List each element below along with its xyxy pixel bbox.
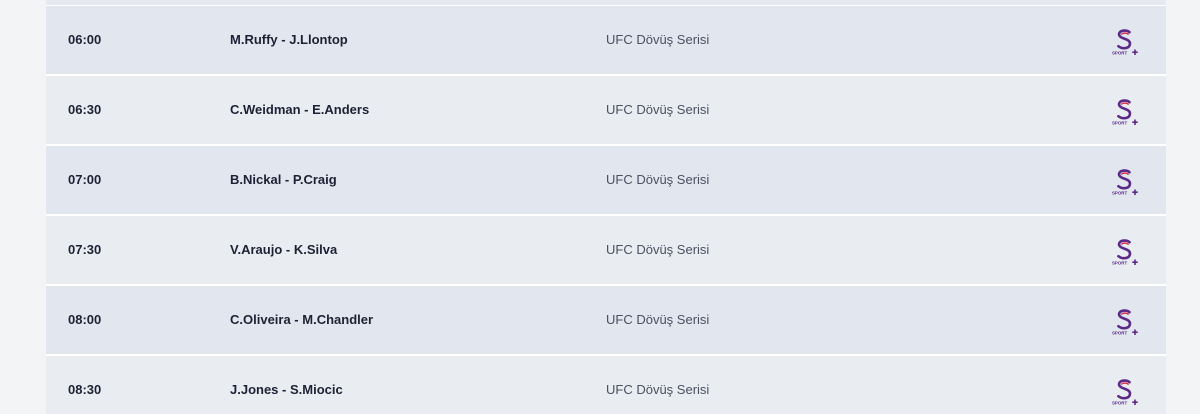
broadcast-time: 07:00 xyxy=(68,172,102,187)
s-sport-plus-icon: SPORT xyxy=(1110,306,1140,336)
s-sport-plus-icon: SPORT xyxy=(1110,96,1140,126)
schedule-row[interactable]: 08:30 J.Jones - S.Miocic UFC Dövüş Seris… xyxy=(46,356,1166,414)
schedule-rows: 06:00 M.Ruffy - J.Llontop UFC Dövüş Seri… xyxy=(46,6,1166,414)
s-sport-plus-icon: SPORT xyxy=(1110,376,1140,406)
event-series: UFC Dövüş Serisi xyxy=(606,32,710,47)
broadcast-time: 06:00 xyxy=(68,32,102,47)
schedule-row[interactable]: 07:00 B.Nickal - P.Craig UFC Dövüş Seris… xyxy=(46,146,1166,216)
match-title: M.Ruffy - J.Llontop xyxy=(230,32,348,47)
schedule-row[interactable]: 06:00 M.Ruffy - J.Llontop UFC Dövüş Seri… xyxy=(46,6,1166,76)
match-title: C.Weidman - E.Anders xyxy=(230,102,370,117)
s-sport-plus-icon: SPORT xyxy=(1110,236,1140,266)
event-series: UFC Dövüş Serisi xyxy=(606,242,710,257)
event-series: UFC Dövüş Serisi xyxy=(606,312,710,327)
event-series: UFC Dövüş Serisi xyxy=(606,382,710,397)
event-series: UFC Dövüş Serisi xyxy=(606,102,710,117)
event-series: UFC Dövüş Serisi xyxy=(606,172,710,187)
svg-text:SPORT: SPORT xyxy=(1112,51,1127,56)
match-title: J.Jones - S.Miocic xyxy=(230,382,343,397)
schedule-row[interactable]: 08:00 C.Oliveira - M.Chandler UFC Dövüş … xyxy=(46,286,1166,356)
s-sport-plus-icon: SPORT xyxy=(1110,26,1140,56)
schedule-row[interactable]: 07:30 V.Araujo - K.Silva UFC Dövüş Seris… xyxy=(46,216,1166,286)
broadcast-time: 08:00 xyxy=(68,312,102,327)
match-title: V.Araujo - K.Silva xyxy=(230,242,338,257)
broadcast-schedule: 06:00 M.Ruffy - J.Llontop UFC Dövüş Seri… xyxy=(46,0,1166,414)
svg-text:SPORT: SPORT xyxy=(1112,121,1127,126)
broadcast-time: 08:30 xyxy=(68,382,102,397)
broadcast-time: 06:30 xyxy=(68,102,102,117)
svg-text:SPORT: SPORT xyxy=(1112,331,1127,336)
match-title: B.Nickal - P.Craig xyxy=(230,172,337,187)
svg-text:SPORT: SPORT xyxy=(1112,261,1127,266)
s-sport-plus-icon: SPORT xyxy=(1110,166,1140,196)
svg-text:SPORT: SPORT xyxy=(1112,401,1127,406)
match-title: C.Oliveira - M.Chandler xyxy=(230,312,374,327)
broadcast-time: 07:30 xyxy=(68,242,102,257)
svg-text:SPORT: SPORT xyxy=(1112,191,1127,196)
schedule-row[interactable]: 06:30 C.Weidman - E.Anders UFC Dövüş Ser… xyxy=(46,76,1166,146)
